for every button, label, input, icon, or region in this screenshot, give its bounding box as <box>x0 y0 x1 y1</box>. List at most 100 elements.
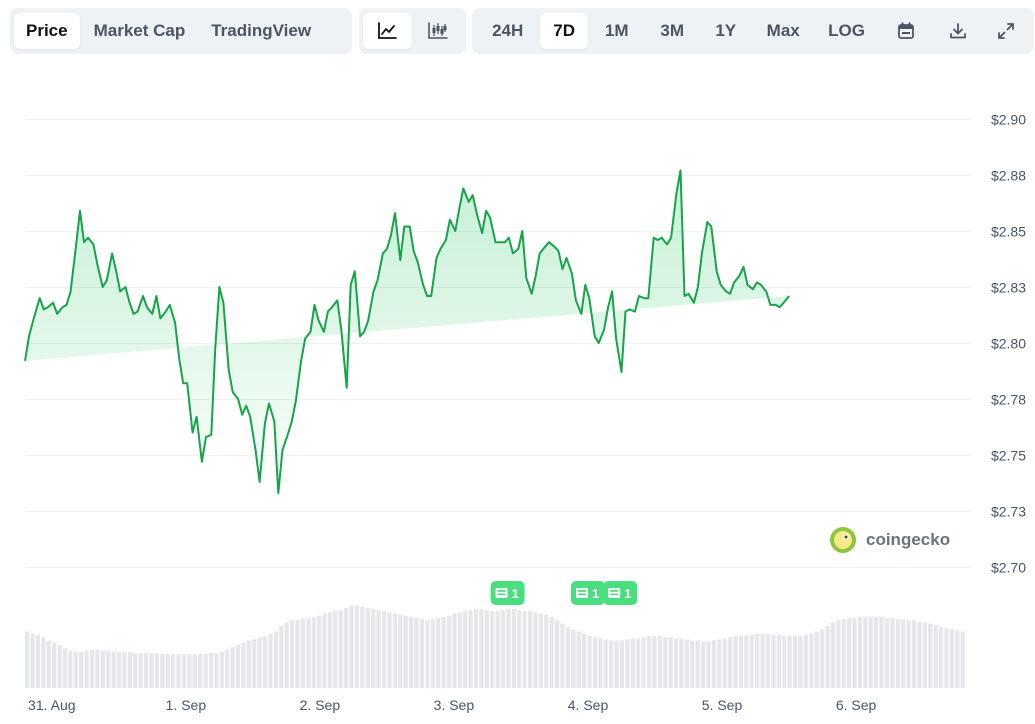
news-marker[interactable]: 1 <box>490 581 525 605</box>
x-tick-label: 3. Sep <box>434 697 475 713</box>
volume-bar <box>798 636 803 688</box>
volume-bar <box>517 610 522 688</box>
volume-bar <box>392 613 397 688</box>
volume-bar <box>149 652 154 688</box>
volume-bar <box>771 634 776 688</box>
volume-bar <box>787 636 792 688</box>
volume-bar <box>387 612 392 688</box>
y-tick-label: $2.90 <box>991 112 1026 128</box>
volume-bar <box>630 638 635 688</box>
volume-bar <box>782 636 787 688</box>
volume-bar <box>143 652 149 688</box>
download-button[interactable] <box>934 13 982 49</box>
volume-bar <box>717 639 722 688</box>
volume-bar <box>668 637 673 688</box>
volume-bar <box>911 620 917 688</box>
volume-bar <box>257 637 262 688</box>
volume-bar <box>657 636 662 688</box>
range-7d[interactable]: 7D <box>540 13 588 49</box>
volume-bar <box>760 633 765 688</box>
newspaper-icon-line <box>610 590 619 592</box>
volume-bar <box>349 605 354 688</box>
volume-bar <box>208 652 214 688</box>
volume-bar <box>360 606 365 688</box>
expand-icon <box>998 23 1015 39</box>
coingecko-watermark: coingecko <box>830 527 950 553</box>
volume-bar <box>262 636 268 688</box>
volume-bar <box>690 640 695 688</box>
volume-bar <box>230 647 235 688</box>
volume-bar <box>171 654 176 688</box>
y-tick-label: $2.85 <box>991 224 1026 240</box>
volume-bar <box>625 639 630 688</box>
volume-bar <box>306 617 311 688</box>
volume-bar <box>560 623 565 688</box>
volume-bar <box>479 608 484 688</box>
fullscreen-button[interactable] <box>982 13 1030 49</box>
volume-bar <box>803 634 808 688</box>
tab-price[interactable]: Price <box>14 13 80 49</box>
volume-bar <box>841 619 846 688</box>
volume-bar <box>587 636 592 688</box>
volume-bar <box>847 617 852 688</box>
chart-type-group <box>359 8 466 54</box>
date-range-button[interactable] <box>879 13 933 49</box>
news-marker[interactable]: 1 <box>603 581 638 605</box>
volume-bar <box>863 616 868 688</box>
volume-bar <box>809 633 814 688</box>
range-3m[interactable]: 3M <box>645 13 699 49</box>
volume-bar <box>933 624 938 688</box>
volume-bar <box>354 605 360 688</box>
candlestick-button[interactable] <box>414 13 463 49</box>
volume-bar <box>338 610 343 688</box>
volume-bar <box>116 651 122 688</box>
y-tick-label: $2.88 <box>991 168 1026 184</box>
gecko-logo-face <box>834 531 852 549</box>
volume-bar <box>133 652 138 688</box>
y-tick-label: $2.70 <box>991 560 1026 576</box>
y-tick-label: $2.75 <box>991 448 1026 464</box>
volume-bar <box>836 620 841 688</box>
volume-bar <box>484 610 489 688</box>
volume-bar <box>165 654 170 688</box>
range-max[interactable]: Max <box>753 13 814 49</box>
volume-bar <box>273 631 278 688</box>
news-marker[interactable]: 1 <box>571 581 605 605</box>
volume-bar <box>365 607 370 688</box>
volume-bar <box>344 607 349 688</box>
price-chart[interactable]: $2.70 $2.73 $2.75 $2.78 $2.80 $2.83 $2.85 $2.88… <box>0 0 1035 724</box>
volume-bar <box>192 654 197 688</box>
line-chart-button[interactable] <box>363 13 412 49</box>
volume-bar <box>884 617 890 688</box>
range-1y[interactable]: 1Y <box>700 13 752 49</box>
volume-bar <box>814 631 819 688</box>
range-24h[interactable]: 24H <box>476 13 539 49</box>
x-tick-label: 6. Sep <box>836 697 877 713</box>
tab-tradingview[interactable]: TradingView <box>199 13 323 49</box>
volume-bar <box>295 620 300 688</box>
volume-bar <box>922 622 927 688</box>
volume-bar <box>636 638 641 688</box>
volume-bar <box>446 615 452 688</box>
volume-bars <box>25 605 965 688</box>
volume-bar <box>322 613 327 688</box>
volume-bar <box>722 638 727 688</box>
news-markers[interactable]: 1 1 1 <box>490 581 638 605</box>
volume-bar <box>154 652 159 688</box>
y-tick-label: $2.78 <box>991 392 1026 408</box>
volume-bar <box>825 625 830 688</box>
volume-bar <box>106 650 111 688</box>
log-scale-toggle[interactable]: LOG <box>815 13 878 49</box>
volume-bar <box>463 611 468 688</box>
volume-bar <box>279 625 284 688</box>
volume-bar <box>176 654 181 688</box>
volume-bar <box>765 633 771 688</box>
volume-bar <box>214 652 219 688</box>
volume-bar <box>73 651 78 688</box>
volume-bar <box>755 633 760 688</box>
volume-bar <box>408 616 414 688</box>
range-1m[interactable]: 1M <box>589 13 644 49</box>
volume-bar <box>333 611 338 688</box>
volume-bar <box>95 649 100 688</box>
tab-market-cap[interactable]: Market Cap <box>82 13 198 49</box>
